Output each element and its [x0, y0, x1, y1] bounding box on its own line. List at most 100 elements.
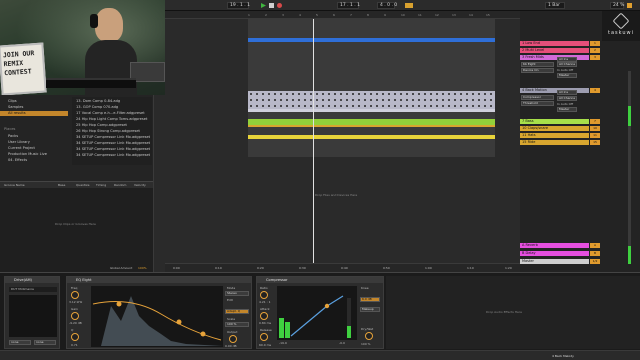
dry-wet-knob[interactable] — [365, 332, 373, 340]
track-bass[interactable]: 7 Bass — [520, 119, 589, 124]
track-activator[interactable]: 7 — [590, 119, 600, 124]
clip-low-end[interactable] — [248, 38, 495, 42]
knee-value[interactable]: 6.0 dB — [360, 297, 380, 302]
track-activator[interactable]: 4 — [590, 88, 600, 93]
attack-knob[interactable] — [260, 312, 268, 320]
input-channel-select[interactable]: All Channe — [557, 62, 577, 67]
file-item[interactable]: 24 Hip Hop Light Comp Toms.adgpreset — [76, 117, 147, 122]
compressor-device[interactable]: Compressor Ratio 4.21 : 1 Attack 0.84 ms… — [256, 276, 384, 349]
eq-eight-device[interactable]: EQ Eight Freq 3.12 kHz Gain -9.20 dB Q 0… — [66, 276, 252, 349]
compressor-display[interactable] — [277, 286, 357, 340]
beat-ruler[interactable]: 1 2 3 4 5 6 7 8 9 10 11 12 13 14 15 — [165, 11, 520, 19]
track-activator[interactable]: B — [590, 251, 600, 256]
category-clips[interactable]: Clips — [0, 99, 17, 104]
device-title[interactable]: Compressor — [257, 277, 383, 283]
attack-value[interactable]: 0.84 ms — [259, 321, 271, 325]
monitor-switch[interactable]: In Auto Off — [557, 68, 573, 72]
gain-value[interactable]: -9.20 dB — [69, 321, 82, 325]
file-item[interactable]: 13. Dom Comp 0-84.adg — [76, 99, 120, 104]
track-activator[interactable]: 2 — [590, 48, 600, 53]
instrument-select[interactable]: none — [34, 340, 56, 345]
file-item[interactable]: 34 SETUP Compressor Link Mo.adgpreset — [76, 135, 150, 140]
track-claps[interactable]: 10 Claps/snare — [520, 126, 589, 131]
scale-value[interactable]: 100 % — [225, 322, 249, 327]
playhead[interactable] — [313, 19, 314, 269]
clip-ride[interactable] — [248, 135, 495, 139]
freq-value[interactable]: 3.12 kHz — [69, 300, 82, 304]
track-ride[interactable]: 15 Ride — [520, 140, 589, 145]
audio-effects-drop-zone[interactable]: Drop Audio Effects Here — [386, 276, 640, 349]
monitor-switch[interactable]: In Auto Off — [557, 102, 573, 106]
track-activator[interactable]: 3 — [590, 55, 600, 60]
category-samples[interactable]: Samples — [0, 105, 23, 110]
parameter-select[interactable]: Threshold — [521, 101, 554, 106]
input-channel-select[interactable]: All Channe — [557, 96, 577, 101]
place-production-music[interactable]: Production Music Live — [0, 152, 47, 157]
overdub-icon[interactable] — [627, 3, 632, 8]
preset-name[interactable]: DUT Midimania — [9, 287, 57, 292]
quantize-display[interactable]: 1 Bar — [545, 2, 565, 9]
stop-icon[interactable] — [269, 3, 274, 8]
track-activator[interactable]: 1/2 — [590, 259, 600, 264]
dry-wet-value[interactable]: 100 % — [361, 342, 371, 346]
parameter-select[interactable]: Device On — [521, 68, 554, 73]
adapt-q-toggle[interactable]: Adapt. Q — [225, 309, 249, 314]
clip-claps[interactable] — [248, 125, 495, 127]
input-type-select[interactable]: All Ins — [557, 90, 577, 95]
loop-switch-icon[interactable] — [405, 3, 413, 8]
track-reverb[interactable]: A Reverb — [520, 243, 589, 248]
release-value[interactable]: 60.0 ms — [259, 343, 271, 347]
track-activator[interactable]: A — [590, 243, 600, 248]
makeup-toggle[interactable]: Makeup — [360, 307, 380, 312]
instrument-select[interactable]: none — [9, 340, 31, 345]
file-item[interactable]: 17 Vocal Comp e-h...e-Filter.adgpreset — [76, 111, 145, 116]
file-item[interactable]: 34 SETUP Compressor Link Mo.adgpreset — [76, 147, 150, 152]
eq-display[interactable] — [91, 286, 223, 347]
track-master[interactable]: Master — [520, 259, 589, 264]
output-select[interactable]: Master — [557, 107, 577, 112]
device-title[interactable]: Drive(AM) — [5, 277, 59, 283]
place-user-library[interactable]: User Library — [0, 140, 30, 145]
track-activator[interactable]: 11 — [590, 133, 600, 138]
global-amount-value[interactable]: 100% — [138, 266, 147, 270]
track-hats[interactable]: 11 Hats — [520, 133, 589, 138]
place-current-project[interactable]: Current Project — [0, 146, 35, 151]
track-fresh-mids[interactable]: 3 Fresh Mids — [520, 55, 589, 60]
output-select[interactable]: Master — [557, 73, 577, 78]
mode-select[interactable]: Stereo — [225, 291, 249, 296]
device-select[interactable]: Compressor — [521, 95, 554, 100]
file-item[interactable]: 34 SETUP Compressor Link Mo.adgpreset — [76, 141, 150, 146]
ratio-knob[interactable] — [260, 291, 268, 299]
browser-scrollbar[interactable] — [153, 95, 165, 272]
tempo-display[interactable]: 19 . 1 . 1 — [227, 2, 250, 9]
q-value[interactable]: 0.71 — [71, 343, 78, 347]
file-item[interactable]: 26 Hip Hop Strong Comp.adgpreset — [76, 129, 140, 134]
device-title[interactable]: EQ Eight — [67, 277, 251, 283]
file-item[interactable]: 25 Hip Hop Comp.adgpreset — [76, 123, 127, 128]
position-display[interactable]: 17 . 1 . 1 — [337, 2, 360, 9]
file-item[interactable]: 34 SETUP Compressor Link Mo.adgpreset — [76, 153, 150, 158]
clip-back-motion-lower[interactable] — [248, 109, 495, 112]
threshold-value[interactable]: -19.9 — [279, 341, 287, 345]
track-multi-level[interactable]: 2 Multi Level — [520, 48, 589, 53]
output-value[interactable]: 0.00 dB — [225, 344, 237, 348]
play-icon[interactable] — [261, 3, 266, 8]
category-all-results[interactable]: All results — [0, 111, 68, 116]
place-packs[interactable]: Packs — [0, 134, 18, 139]
file-item[interactable]: 13. GOP Comp 070.adg — [76, 105, 118, 110]
track-activator[interactable]: 15 — [590, 140, 600, 145]
track-low-end[interactable]: 1 Low End — [520, 41, 589, 46]
release-knob[interactable] — [260, 333, 268, 341]
device-select[interactable]: Kb Eight — [521, 62, 554, 67]
freq-knob[interactable] — [71, 291, 79, 299]
track-activator[interactable]: 1 — [590, 41, 600, 46]
ratio-value[interactable]: 4.21 : 1 — [259, 300, 271, 304]
instrument-device[interactable]: Drive(AM) DUT Midimania none none — [4, 276, 60, 349]
track-back-motion[interactable]: 4 Back Motion — [520, 88, 589, 93]
q-knob[interactable] — [71, 333, 79, 341]
track-activator[interactable]: 10 — [590, 126, 600, 131]
place-effects[interactable]: 04. Effects — [0, 158, 27, 163]
input-type-select[interactable]: All Ins — [557, 57, 577, 62]
clip-back-motion[interactable] — [248, 91, 495, 109]
loop-length-display[interactable]: 4 . 0 . 0 — [377, 2, 397, 9]
